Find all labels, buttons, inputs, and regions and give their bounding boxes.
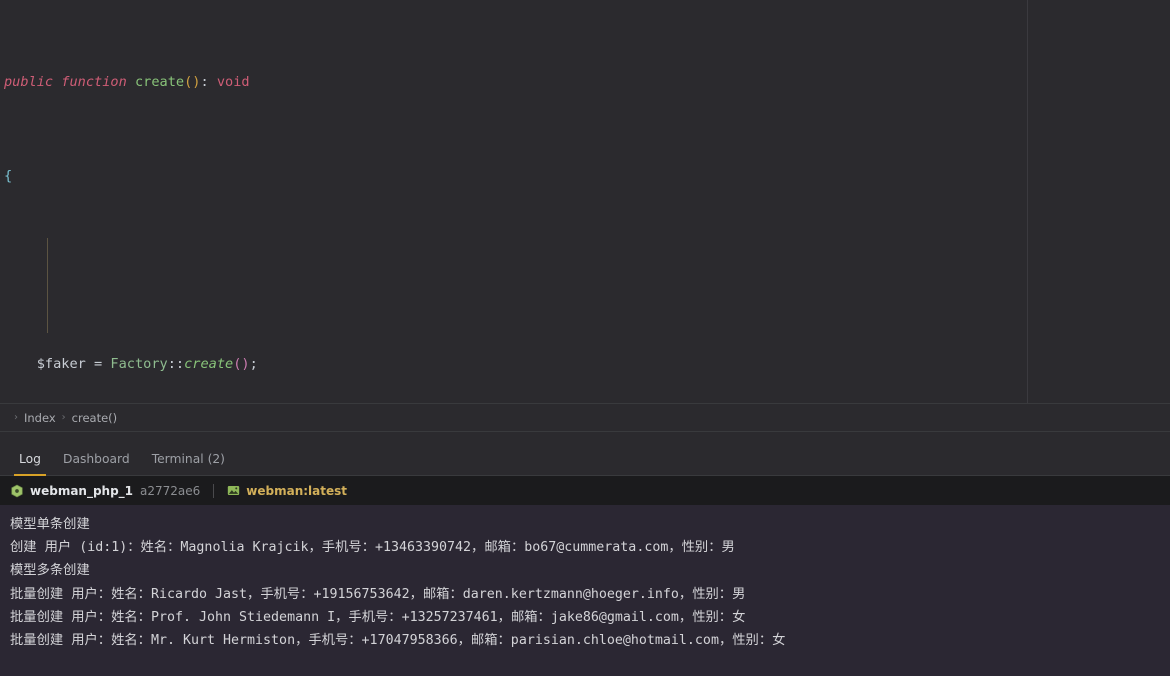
tok-public: public [4,73,54,90]
breadcrumb[interactable]: › Index › create() [0,403,1170,431]
log-line: 批量创建 用户：姓名：Prof. John Stiedemann I，手机号：+… [10,609,746,625]
image-name: webman:latest [246,483,348,498]
code-line[interactable] [0,259,1170,283]
tok-eq: = [85,355,111,372]
log-line: 批量创建 用户：姓名：Ricardo Jast，手机号：+19156753642… [10,586,746,602]
breadcrumb-item-index[interactable]: Index [24,411,56,425]
breadcrumb-item-create[interactable]: create() [72,411,117,425]
separator [213,483,215,498]
code-content[interactable]: public function create(): void { $faker … [0,0,1170,403]
tok-void: void [216,73,250,90]
tok-factory: Factory [110,355,168,372]
container-info-bar: webman_php_1 a2772ae6 webman:latest [0,476,1170,505]
tok-paren: () [184,73,201,90]
container-name: webman_php_1 [30,483,134,498]
docker-container-icon [10,484,24,498]
log-console[interactable]: 模型单条创建 创建 用户 (id:1)：姓名：Magnolia Krajcik，… [0,505,1170,676]
log-line: 创建 用户 (id:1)：姓名：Magnolia Krajcik，手机号：+13… [10,540,735,556]
code-editor[interactable]: public function create(): void { $faker … [0,0,1170,403]
docker-image-icon [227,484,240,497]
tab-terminal[interactable]: Terminal (2) [141,452,236,476]
code-line[interactable]: public function create(): void [0,71,1170,95]
tok-create: create [134,73,185,90]
tok-paren: () [233,355,250,372]
tok-dcolon: :: [167,355,185,372]
chevron-right-icon: › [61,412,66,423]
tok-brace-open: { [4,167,13,184]
tok-faker: $faker [36,355,86,372]
code-line[interactable]: { [0,165,1170,189]
tok-function: function [61,73,127,90]
ide-window: public function create(): void { $faker … [0,0,1170,676]
panel-tab-bar[interactable]: Log Dashboard Terminal (2) [0,431,1170,476]
tok-semi: ; [249,355,258,372]
tok-colon: : [200,73,217,90]
log-line: 模型单条创建 [10,517,90,532]
container-hash: a2772ae6 [140,483,201,498]
tok-m-create: create [184,355,234,372]
code-line[interactable]: $faker = Factory::create(); [0,353,1170,377]
tab-log[interactable]: Log [8,452,52,476]
chevron-right-icon: › [14,412,18,423]
log-line: 批量创建 用户：姓名：Mr. Kurt Hermiston，手机号：+17047… [10,633,786,649]
tab-dashboard[interactable]: Dashboard [52,452,141,476]
log-line: 模型多条创建 [10,563,90,579]
